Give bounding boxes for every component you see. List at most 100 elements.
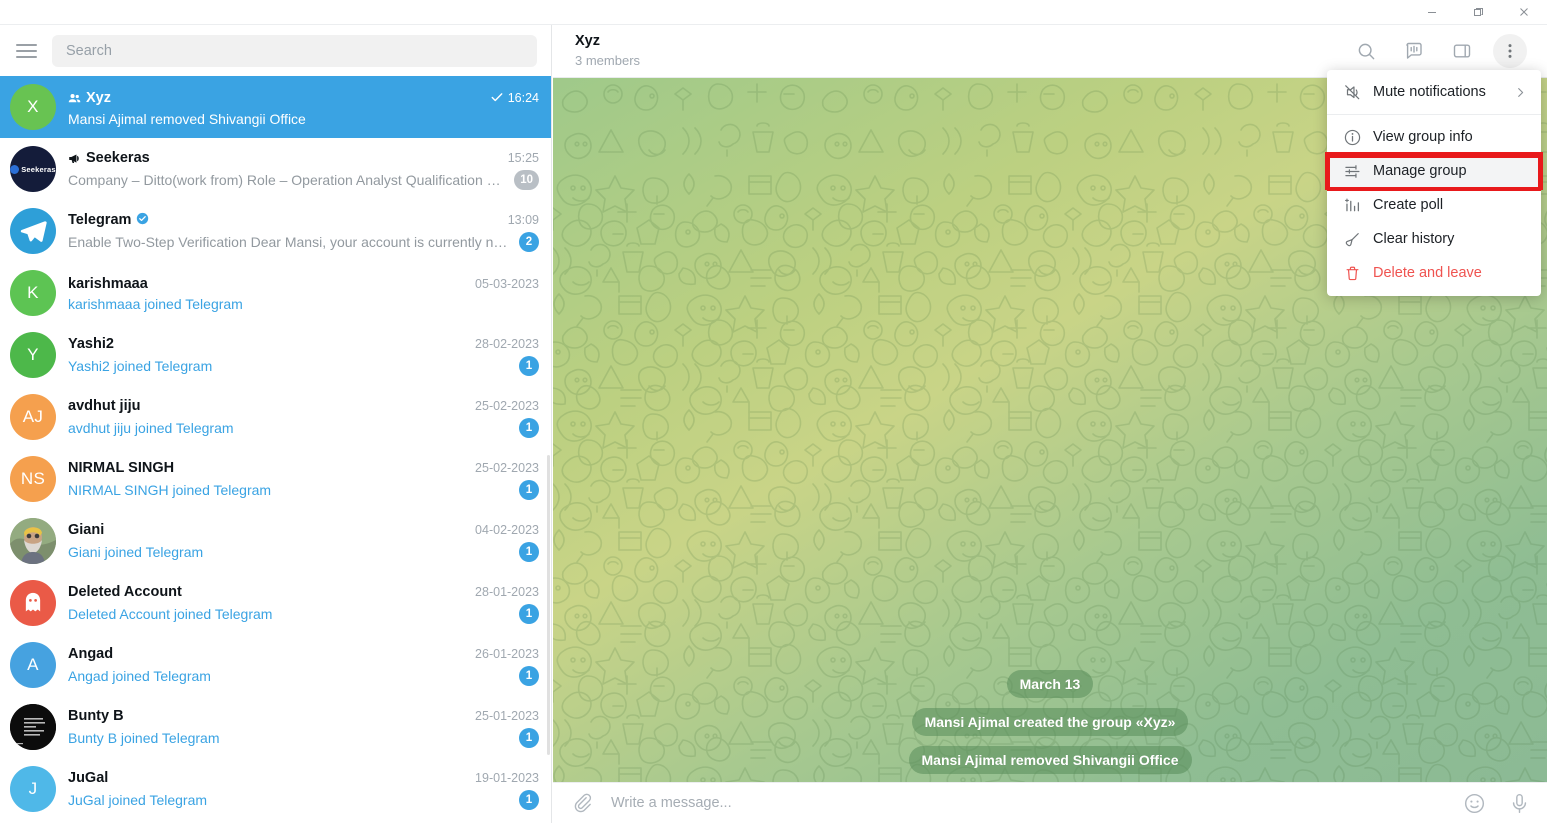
chat-item-top-row: avdhut jiju 25-02-2023	[68, 398, 539, 414]
chat-members-count: 3 members	[575, 53, 641, 68]
chat-item-top-row: Xyz 16:24	[68, 90, 539, 107]
maximize-button[interactable]	[1455, 0, 1501, 25]
chat-item-time: 05-03-2023	[475, 277, 539, 291]
menu-item-manage-group[interactable]: Manage group	[1325, 152, 1543, 190]
chat-item-bottom-row: Yashi2 joined Telegram 1	[68, 356, 539, 376]
more-menu-icon[interactable]	[1493, 34, 1527, 68]
avatar[interactable]	[10, 208, 56, 254]
hamburger-icon[interactable]	[0, 25, 52, 76]
chat-list-item[interactable]: Telegram 13:09 Enable Two-Step Verificat…	[0, 200, 551, 262]
avatar[interactable]: AJ	[10, 394, 56, 440]
chat-item-name: Angad	[68, 646, 114, 662]
chat-item-bottom-row: NIRMAL SINGH joined Telegram 1	[68, 480, 539, 500]
chat-item-name-wrap: Seekeras	[68, 150, 150, 166]
toggle-info-panel-icon[interactable]	[1445, 34, 1479, 68]
chat-item-time: 26-01-2023	[475, 647, 539, 661]
chat-list-item[interactable]: Deleted Account 28-01-2023 Deleted Accou…	[0, 572, 551, 634]
search-input[interactable]: Search	[52, 34, 537, 67]
avatar[interactable]	[10, 580, 56, 626]
chat-list[interactable]: X Xyz 16:24 Mansi Ajimal removed Shivang…	[0, 76, 551, 823]
avatar[interactable]: J	[10, 766, 56, 812]
search-icon[interactable]	[1349, 34, 1383, 68]
chat-item-bottom-row: Enable Two-Step Verification Dear Mansi,…	[68, 232, 539, 252]
chat-item-body: Angad 26-01-2023 Angad joined Telegram 1	[68, 644, 539, 686]
verified-badge-icon	[136, 212, 149, 228]
chat-item-preview: NIRMAL SINGH joined Telegram	[68, 482, 272, 498]
avatar[interactable]: Seekeras	[10, 146, 56, 192]
chat-context-menu[interactable]: Mute notifications View group info Manag…	[1325, 70, 1543, 296]
menu-item-delete-and-leave[interactable]: Delete and leave	[1327, 256, 1541, 290]
chat-item-bottom-row: Giani joined Telegram 1	[68, 542, 539, 562]
chat-item-name: JuGal	[68, 770, 109, 786]
menu-item-create-poll[interactable]: Create poll	[1327, 188, 1541, 222]
menu-item-label: Create poll	[1373, 197, 1444, 213]
microphone-icon[interactable]	[1508, 792, 1531, 815]
service-message: Mansi Ajimal created the group «Xyz»	[911, 708, 1189, 736]
unread-badge: 1	[519, 728, 539, 748]
chat-item-time: 28-02-2023	[475, 337, 539, 351]
chat-item-preview: Yashi2 joined Telegram	[68, 358, 213, 374]
poll-icon	[1343, 196, 1373, 215]
chat-list-item[interactable]: NS NIRMAL SINGH 25-02-2023 NIRMAL SINGH …	[0, 448, 551, 510]
chat-list-item[interactable]: A Angad 26-01-2023 Angad joined Telegram…	[0, 634, 551, 696]
unread-badge: 1	[519, 480, 539, 500]
composer-actions	[1463, 792, 1531, 815]
sidebar-search-bar: Search	[0, 25, 551, 76]
menu-item-clear-history[interactable]: Clear history	[1327, 222, 1541, 256]
chat-item-bottom-row: Bunty B joined Telegram 1	[68, 728, 539, 748]
chat-item-preview: Enable Two-Step Verification Dear Mansi,…	[68, 234, 511, 250]
chat-item-top-row: Bunty B 25-01-2023	[68, 708, 539, 724]
chat-item-name: Yashi2	[68, 336, 114, 352]
chat-list-item[interactable]: Y Yashi2 28-02-2023 Yashi2 joined Telegr…	[0, 324, 551, 386]
chat-item-name-wrap: avdhut jiju	[68, 398, 141, 414]
trash-icon	[1343, 264, 1373, 283]
avatar[interactable]	[10, 518, 56, 564]
chat-list-item[interactable]: Seekeras Seekeras 15:25 Company – Ditto(…	[0, 138, 551, 200]
avatar[interactable]: NS	[10, 456, 56, 502]
chat-item-time: 25-02-2023	[475, 399, 539, 413]
chat-item-name: NIRMAL SINGH	[68, 460, 175, 476]
chat-list-item[interactable]: AJ avdhut jiju 25-02-2023 avdhut jiju jo…	[0, 386, 551, 448]
menu-item-label: Mute notifications	[1373, 84, 1486, 100]
close-button[interactable]	[1501, 0, 1547, 25]
title-bar	[0, 0, 1547, 25]
smiley-icon[interactable]	[1463, 792, 1486, 815]
menu-item-label: View group info	[1373, 129, 1473, 145]
avatar[interactable]: K	[10, 270, 56, 316]
chat-list-item[interactable]: Giani 04-02-2023 Giani joined Telegram 1	[0, 510, 551, 572]
chat-list-item[interactable]: J JuGal 19-01-2023 JuGal joined Telegram…	[0, 758, 551, 820]
chat-item-preview: Deleted Account joined Telegram	[68, 606, 273, 622]
avatar[interactable]: Y	[10, 332, 56, 378]
date-separator: March 13	[1006, 670, 1094, 698]
chat-header-titles[interactable]: Xyz 3 members	[575, 33, 1349, 69]
chat-item-time-wrap: 05-03-2023	[467, 277, 539, 291]
chat-list-item[interactable]: K karishmaaa 05-03-2023 karishmaaa joine…	[0, 262, 551, 324]
chat-item-bottom-row: Mansi Ajimal removed Shivangii Office	[68, 111, 539, 127]
search-placeholder: Search	[66, 42, 112, 59]
chat-list-item[interactable]: Bunty B 25-01-2023 Bunty B joined Telegr…	[0, 696, 551, 758]
chat-item-body: karishmaaa 05-03-2023 karishmaaa joined …	[68, 274, 539, 312]
menu-item-mute-notifications[interactable]: Mute notifications	[1327, 75, 1541, 109]
chat-item-name: Xyz	[86, 90, 111, 106]
chat-item-bottom-row: avdhut jiju joined Telegram 1	[68, 418, 539, 438]
sidebar-scrollbar[interactable]	[547, 455, 550, 755]
chat-item-name-wrap: JuGal	[68, 770, 108, 786]
unread-badge: 1	[519, 356, 539, 376]
avatar[interactable]	[10, 704, 56, 750]
chat-item-name: Giani	[68, 522, 105, 538]
avatar[interactable]: X	[10, 84, 56, 130]
message-list: March 13 Mansi Ajimal created the group «…	[553, 670, 1547, 774]
chat-list-item[interactable]: X Xyz 16:24 Mansi Ajimal removed Shivang…	[0, 76, 551, 138]
chat-item-preview: karishmaaa joined Telegram	[68, 296, 243, 312]
paperclip-icon[interactable]	[571, 792, 593, 814]
chevron-right-icon	[1514, 86, 1527, 99]
voice-chat-icon[interactable]	[1397, 34, 1431, 68]
message-input[interactable]: Write a message...	[593, 795, 1463, 811]
chat-item-preview: Company – Ditto(work from) Role – Operat…	[68, 172, 507, 188]
minimize-button[interactable]	[1409, 0, 1455, 25]
avatar[interactable]: A	[10, 642, 56, 688]
chat-item-top-row: karishmaaa 05-03-2023	[68, 276, 539, 292]
menu-item-view-group-info[interactable]: View group info	[1327, 120, 1541, 154]
chat-item-top-row: Telegram 13:09	[68, 212, 539, 228]
chat-item-bottom-row: JuGal joined Telegram 1	[68, 790, 539, 810]
